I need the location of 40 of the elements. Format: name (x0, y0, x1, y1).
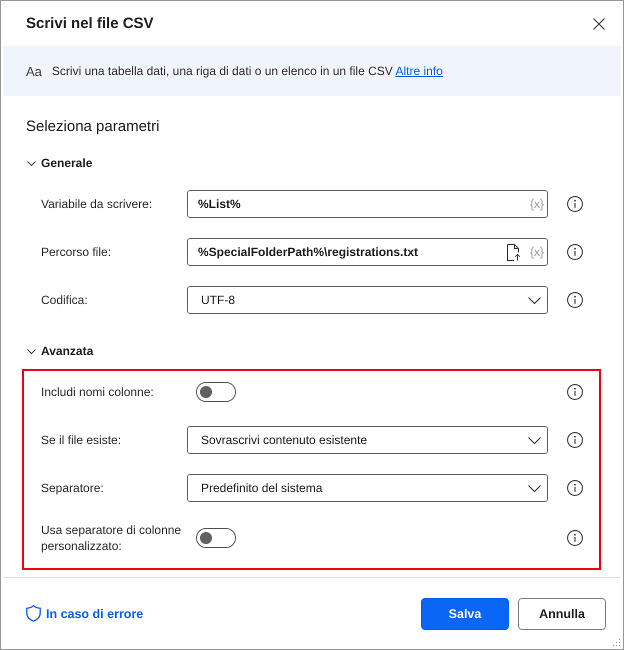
file-arrow-icon[interactable] (506, 244, 521, 260)
info-icon[interactable] (567, 244, 583, 260)
info-icon[interactable] (567, 530, 583, 546)
learn-more-link[interactable]: Altre info (395, 64, 443, 78)
field-label: Se il file esiste: (41, 432, 122, 448)
section-header[interactable]: Avanzata (22, 341, 94, 361)
info-icon[interactable] (567, 384, 583, 400)
toggle-switch[interactable] (196, 528, 236, 548)
save-button[interactable]: Salva (421, 598, 509, 630)
dropdown[interactable]: Predefinito del sistema (187, 474, 548, 502)
dropdown[interactable]: UTF-8 (187, 286, 548, 314)
field-label: Variabile da scrivere: (41, 196, 152, 212)
description-text: Scrivi una tabella dati, una riga di dati o un elenco in un file CSV Altre info (52, 64, 443, 78)
info-icon[interactable] (567, 432, 583, 448)
field-label: Percorso file: (41, 244, 112, 260)
info-icon[interactable] (567, 196, 583, 212)
text-icon: Aa (26, 64, 42, 78)
chevron-icon (27, 158, 36, 168)
chevron-icon (528, 484, 541, 492)
field-label: Codifica: (41, 292, 88, 308)
info-icon[interactable] (567, 480, 583, 496)
chevron-icon (528, 436, 541, 444)
section-heading: Seleziona parametri (25, 117, 160, 137)
field-label: Separatore: (41, 480, 104, 496)
toggle-switch[interactable] (196, 382, 236, 402)
chevron-icon (528, 296, 541, 304)
dropdown[interactable]: Sovrascrivi contenuto esistente (187, 426, 548, 454)
text-field[interactable]: %SpecialFolderPath%\registrations.txt {x} (187, 238, 548, 266)
field-label: Usa separatore di colonne personalizzato: (41, 522, 182, 554)
section-header[interactable]: Generale (22, 153, 92, 173)
chevron-icon (27, 346, 36, 356)
error-handling-link[interactable]: In caso di errore (26, 605, 144, 622)
dialog-title: Scrivi nel file CSV (26, 15, 154, 32)
info-icon[interactable] (567, 292, 583, 308)
field-label: Includi nomi colonne: (41, 384, 154, 400)
cancel-button[interactable]: Annulla (518, 598, 606, 630)
resize-grip-icon[interactable] (612, 638, 621, 647)
close-icon (593, 18, 605, 30)
shield-icon (26, 605, 41, 622)
text-field[interactable]: %List% {x} (187, 190, 548, 218)
